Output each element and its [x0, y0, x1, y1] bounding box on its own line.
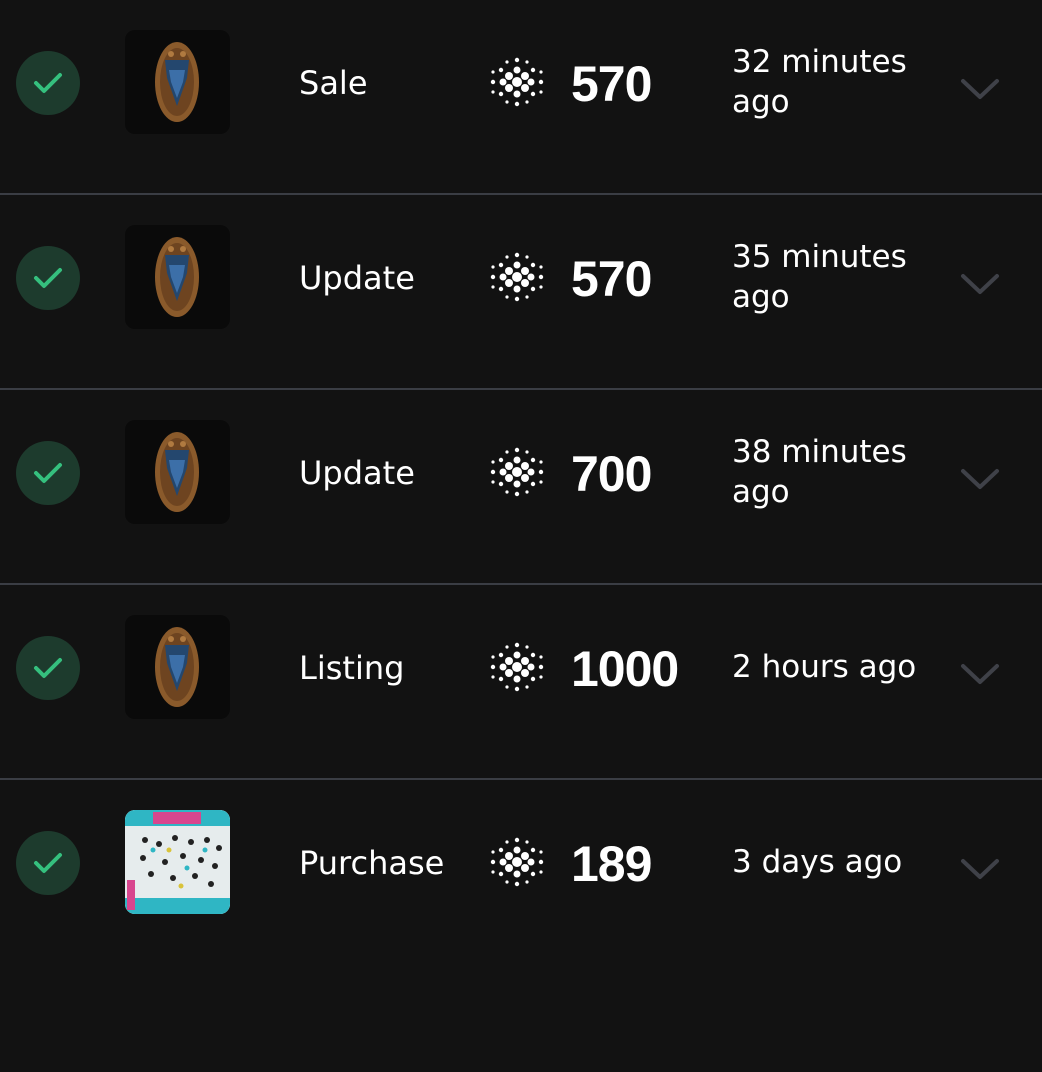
nft-thumbnail[interactable] — [125, 420, 230, 524]
nft-thumbnail[interactable] — [125, 30, 230, 134]
timestamp: 3 days ago — [732, 844, 903, 880]
colorful-map-image — [125, 810, 230, 914]
amount-value: 570 — [571, 251, 652, 307]
activity-row[interactable]: Listing 1000 2 hours ago — [0, 585, 1042, 780]
nft-thumbnail[interactable] — [125, 810, 230, 914]
bronze-shield-image — [155, 237, 199, 317]
cardano-ada-icon — [490, 252, 544, 302]
check-icon — [34, 853, 62, 873]
amount-value: 570 — [571, 56, 652, 112]
cardano-ada-icon — [490, 642, 544, 692]
amount-value: 700 — [571, 446, 652, 502]
bronze-shield-image — [155, 627, 199, 707]
amount-value: 1000 — [571, 641, 679, 697]
check-icon — [34, 658, 62, 678]
timestamp: 2 hours ago — [732, 649, 917, 685]
amount-value: 189 — [571, 836, 652, 892]
status-badge — [16, 636, 80, 700]
check-icon — [34, 268, 62, 288]
timestamp: 32 minutes ago — [732, 44, 907, 120]
chevron-down-icon[interactable] — [959, 271, 1001, 297]
chevron-down-icon[interactable] — [959, 466, 1001, 492]
activity-row[interactable]: Update 570 35 minutes ago — [0, 195, 1042, 390]
nft-thumbnail[interactable] — [125, 225, 230, 329]
status-badge — [16, 246, 80, 310]
nft-thumbnail[interactable] — [125, 615, 230, 719]
check-icon — [34, 463, 62, 483]
cardano-ada-icon — [490, 447, 544, 497]
transaction-type: Update — [299, 259, 415, 297]
status-badge — [16, 831, 80, 895]
timestamp: 38 minutes ago — [732, 434, 907, 510]
chevron-down-icon[interactable] — [959, 856, 1001, 882]
transaction-type: Update — [299, 454, 415, 492]
chevron-down-icon[interactable] — [959, 76, 1001, 102]
activity-row[interactable]: Purchase 189 3 days ago — [0, 780, 1042, 980]
timestamp: 35 minutes ago — [732, 239, 907, 315]
status-badge — [16, 441, 80, 505]
activity-row[interactable]: Update 700 38 minutes ago — [0, 390, 1042, 585]
transaction-type: Listing — [299, 649, 405, 687]
cardano-ada-icon — [490, 837, 544, 887]
chevron-down-icon[interactable] — [959, 661, 1001, 687]
bronze-shield-image — [155, 432, 199, 512]
transaction-type: Sale — [299, 64, 368, 102]
cardano-ada-icon — [490, 57, 544, 107]
bronze-shield-image — [155, 42, 199, 122]
activity-list: Sale 570 32 minutes ago Update 570 35 mi… — [0, 0, 1042, 980]
status-badge — [16, 51, 80, 115]
check-icon — [34, 73, 62, 93]
activity-row[interactable]: Sale 570 32 minutes ago — [0, 0, 1042, 195]
transaction-type: Purchase — [299, 844, 445, 882]
